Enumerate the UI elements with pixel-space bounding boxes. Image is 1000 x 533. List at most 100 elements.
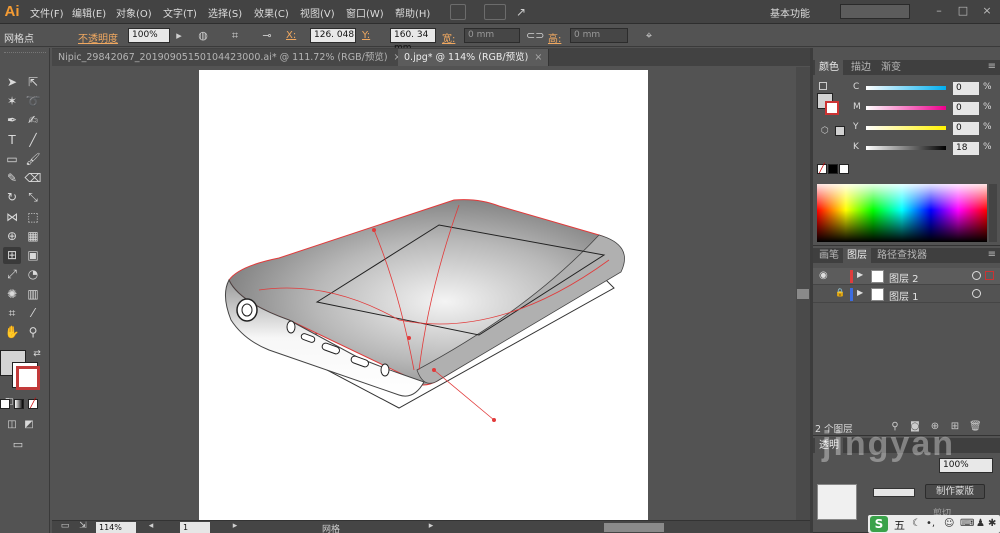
menu-file[interactable]: 文件(F) [30,5,64,20]
type-tool-icon[interactable]: T [3,132,21,149]
layer-row[interactable]: 🔒 ▶ 图层 1 [813,286,1000,303]
bridge-icon[interactable] [450,4,466,20]
handle-point[interactable] [492,418,496,422]
gradient-tool-icon[interactable]: ▣ [24,247,42,264]
channel-value[interactable]: 18 [953,142,979,155]
blend-tool-icon[interactable]: ◔ [24,266,42,283]
line-tool-icon[interactable]: ╱ [24,132,42,149]
transform-icon[interactable]: ⌖ [642,29,656,43]
x-field[interactable]: 126. 048 [310,28,356,43]
color-mode-icon[interactable] [0,399,10,409]
direct-selection-tool-icon[interactable]: ⇱ [24,74,42,91]
stroke-swatch[interactable] [12,362,40,390]
anchor-point[interactable] [372,228,376,232]
perspective-grid-tool-icon[interactable]: ▦ [24,228,42,245]
menu-help[interactable]: 帮助(H) [395,5,430,20]
layer-name[interactable]: 图层 1 [889,288,919,303]
eraser-tool-icon[interactable]: ⌫ [24,170,42,187]
expand-triangle-icon[interactable]: ▶ [857,270,863,279]
slice-tool-icon[interactable]: ⁄ [24,305,42,322]
hand-tool-icon[interactable]: ✋ [3,324,21,341]
canvas-area[interactable] [52,67,796,520]
visibility-eye-icon[interactable]: ◉ [819,270,828,281]
anchor-convert-icon[interactable]: ⊸ [260,29,274,43]
free-transform-tool-icon[interactable]: ⬚ [24,209,42,226]
layer-target-icon[interactable] [972,289,981,298]
channel-slider[interactable] [866,126,946,130]
mask-slot[interactable] [873,488,915,497]
layer-row[interactable]: ◉ ▶ 图层 2 [813,268,1000,285]
workspace-switcher[interactable]: 基本功能 [770,5,810,20]
black-swatch[interactable] [828,164,838,174]
magic-wand-tool-icon[interactable]: ✶ [3,93,21,110]
channel-value[interactable]: 0 [953,82,979,95]
menu-edit[interactable]: 编辑(E) [72,5,106,20]
ime-mode[interactable]: 五 [894,517,905,533]
curvature-tool-icon[interactable]: ✍ [24,112,42,129]
scroll-thumb[interactable] [797,289,809,299]
anchor-point[interactable] [407,336,411,340]
white-swatch[interactable] [839,164,849,174]
swap-fill-stroke-icon[interactable]: ⇄ [28,346,46,363]
tab-close-icon[interactable]: × [534,52,542,63]
width-field[interactable]: 0 mm [464,28,520,43]
minimize-icon[interactable]: – [932,4,946,18]
opacity-label[interactable]: 不透明度 [78,30,118,45]
channel-value[interactable]: 0 [953,122,979,135]
none-mode-icon[interactable]: ╱ [28,399,38,409]
menu-view[interactable]: 视图(V) [300,5,335,20]
tab-pathfinder[interactable]: 路径查找器 [873,248,931,263]
make-mask-button[interactable]: 制作蒙版 [925,484,985,499]
tab-layers[interactable]: 图层 [843,248,871,263]
none-swatch[interactable]: ╱ [817,164,827,174]
eyedropper-tool-icon[interactable]: ⤢ [3,266,21,283]
emoji-icon[interactable]: ☺ [944,518,954,529]
vertical-scrollbar[interactable] [796,67,810,520]
close-icon[interactable]: × [980,4,994,18]
rotate-tool-icon[interactable]: ↻ [3,189,21,206]
pen-tool-icon[interactable]: ✒ [3,112,21,129]
selection-tool-icon[interactable]: ➤ [3,74,21,91]
tab-color[interactable]: 颜色 [815,60,843,75]
panel-menu-icon[interactable]: ≡ [988,61,996,72]
menu-window[interactable]: 窗口(W) [346,5,384,20]
lasso-tool-icon[interactable]: ➰ [24,93,42,110]
tab-gradient[interactable]: 渐变 [877,60,905,75]
tab-0-jpg[interactable]: 0.jpg* @ 114% (RGB/预览) × [398,49,550,66]
layer-name[interactable]: 图层 2 [889,270,919,285]
draw-inside-icon[interactable]: ◩ [20,416,38,433]
gpu-performance-icon[interactable]: ↗ [516,4,532,20]
rectangle-tool-icon[interactable]: ▭ [3,151,21,168]
tab-brushes[interactable]: 画笔 [815,248,843,263]
next-artboard-icon[interactable]: ▸ [228,519,242,533]
opacity-arrow-icon[interactable]: ▸ [172,29,186,43]
punctuation-icon[interactable]: •, [926,518,935,529]
lock-icon[interactable]: 🔒 [835,288,845,297]
paintbrush-tool-icon[interactable]: 🖌 [24,151,42,168]
moon-icon[interactable]: ☾ [912,518,921,529]
artboard-tool-icon[interactable]: ⌗ [3,305,21,322]
gradient-mode-icon[interactable] [14,399,24,409]
panel-grip[interactable] [4,52,46,56]
channel-slider[interactable] [866,106,946,110]
artboard-page-field[interactable]: 1 [180,522,210,533]
delete-layer-icon[interactable]: 🗑 [969,421,982,433]
column-graph-tool-icon[interactable]: ▥ [24,286,42,303]
menu-effect[interactable]: 效果(C) [254,5,289,20]
channel-slider[interactable] [866,146,946,150]
tab-nipic-ai[interactable]: Nipic_29842067_20190905150104423000.ai* … [52,49,409,66]
user-icon[interactable]: ♟ [976,518,985,529]
menu-select[interactable]: 选择(S) [208,5,242,20]
arrange-documents-icon[interactable] [484,4,506,20]
power-bank-illustration[interactable] [199,70,648,520]
screen-mode-icon[interactable]: ▭ [9,436,27,453]
symbol-sprayer-tool-icon[interactable]: ✺ [3,286,21,303]
y-field[interactable]: 160. 34 mm [390,28,436,53]
maximize-icon[interactable]: □ [956,4,970,18]
spectrum-scrollbar[interactable] [989,184,997,242]
channel-slider[interactable] [866,86,946,90]
mesh-tool-icon[interactable]: ⊞ [3,247,21,264]
status-menu-icon[interactable]: ▸ [424,519,438,533]
recolor-icon[interactable]: ◍ [196,29,210,43]
ime-logo-icon[interactable]: S [870,516,888,532]
